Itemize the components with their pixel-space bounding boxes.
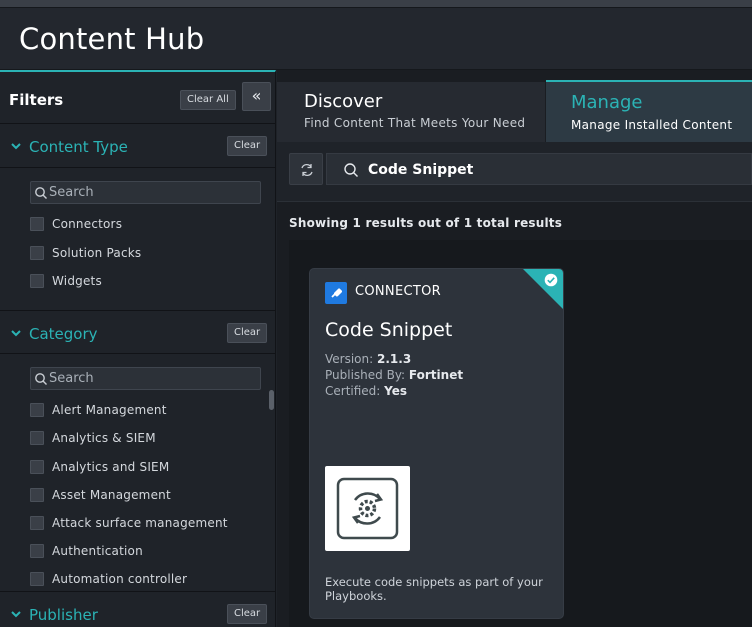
card-title: Code Snippet <box>325 319 453 341</box>
tab-manage-subtitle: Manage Installed Content <box>571 118 733 132</box>
chevron-down-icon <box>11 143 21 150</box>
checkbox[interactable] <box>30 403 44 417</box>
tab-discover-title: Discover <box>304 91 383 112</box>
checkbox[interactable] <box>30 572 44 586</box>
filter-label: Analytics & SIEM <box>52 431 156 445</box>
version-label: Version: <box>325 352 374 366</box>
checkbox[interactable] <box>30 488 44 502</box>
checkbox[interactable] <box>30 274 44 288</box>
content-card[interactable]: CONNECTOR Code Snippet Version: 2.1.3 Pu… <box>309 268 564 619</box>
clear-all-button[interactable]: Clear All <box>180 90 236 110</box>
refresh-button[interactable] <box>289 153 323 185</box>
content-type-clear-button[interactable]: Clear <box>227 136 268 156</box>
filter-alert-management[interactable]: Alert Management <box>30 401 167 419</box>
tab-discover[interactable]: Discover Find Content That Meets Your Ne… <box>277 82 545 142</box>
chevron-down-icon <box>11 611 21 618</box>
search-icon <box>35 187 47 199</box>
filter-attack-surface-management[interactable]: Attack surface management <box>30 514 228 532</box>
filter-connectors[interactable]: Connectors <box>30 215 122 233</box>
search-icon <box>35 373 47 385</box>
filter-label: Solution Packs <box>52 246 142 260</box>
filters-header: Filters Clear All « <box>0 72 275 124</box>
content-search[interactable] <box>326 153 752 185</box>
top-strip <box>0 0 752 8</box>
search-icon <box>344 163 358 177</box>
filter-asset-management[interactable]: Asset Management <box>30 486 171 504</box>
filter-label: Alert Management <box>52 403 167 417</box>
publisher-title: Publisher <box>29 606 98 624</box>
tab-manage-title: Manage <box>571 92 643 113</box>
tab-discover-subtitle: Find Content That Meets Your Need <box>304 116 526 130</box>
filter-analytics-and-siem[interactable]: Analytics and SIEM <box>30 458 169 476</box>
chevron-down-icon <box>11 330 21 337</box>
double-chevron-left-icon: « <box>251 86 262 105</box>
card-publisher: Published By: Fortinet <box>325 368 463 382</box>
checkbox[interactable] <box>30 544 44 558</box>
code-snippet-logo <box>325 466 410 551</box>
content-type-search[interactable] <box>30 181 261 204</box>
filter-label: Authentication <box>52 544 143 558</box>
filter-analytics-siem[interactable]: Analytics & SIEM <box>30 429 156 447</box>
filters-sidebar: Filters Clear All « Content Type Clear C… <box>0 70 276 627</box>
checkbox[interactable] <box>30 431 44 445</box>
check-circle-icon <box>544 273 558 287</box>
filter-label: Connectors <box>52 217 123 231</box>
results-count: Showing 1 results out of 1 total results <box>289 216 563 230</box>
checkbox[interactable] <box>30 516 44 530</box>
sidebar-scrollbar[interactable] <box>269 390 274 410</box>
filter-label: Analytics and SIEM <box>52 460 170 474</box>
page-title: Content Hub <box>19 22 205 56</box>
publisher-label: Published By: <box>325 368 406 382</box>
category-title: Category <box>29 325 98 343</box>
certified-label: Certified: <box>325 384 381 398</box>
filter-label: Widgets <box>52 274 102 288</box>
content-search-input[interactable] <box>368 160 738 180</box>
filter-solution-packs[interactable]: Solution Packs <box>30 244 141 262</box>
filter-label: Attack surface management <box>52 516 228 530</box>
filters-title: Filters <box>9 91 64 109</box>
main-panel: Discover Find Content That Meets Your Ne… <box>277 70 752 627</box>
card-certified: Certified: Yes <box>325 384 407 398</box>
card-description: Execute code snippets as part of your Pl… <box>325 575 543 603</box>
content-type-title: Content Type <box>29 138 128 156</box>
card-version: Version: 2.1.3 <box>325 352 411 366</box>
collapse-sidebar-button[interactable]: « <box>242 82 271 111</box>
publisher-clear-button[interactable]: Clear <box>227 604 268 624</box>
checkbox[interactable] <box>30 246 44 260</box>
tab-manage[interactable]: Manage Manage Installed Content <box>546 80 752 142</box>
content-type-search-input[interactable] <box>49 184 254 201</box>
category-search[interactable] <box>30 367 261 390</box>
version-value: 2.1.3 <box>377 352 412 366</box>
filter-automation-controller[interactable]: Automation controller <box>30 570 187 588</box>
publisher-value: Fortinet <box>408 368 464 382</box>
certified-value: Yes <box>384 384 408 398</box>
code-snippet-logo-icon <box>336 477 399 540</box>
checkbox[interactable] <box>30 217 44 231</box>
filter-label: Asset Management <box>52 488 171 502</box>
publisher-section-header[interactable]: Publisher Clear <box>0 591 275 627</box>
filter-widgets[interactable]: Widgets <box>30 272 102 290</box>
category-clear-button[interactable]: Clear <box>227 323 268 343</box>
refresh-icon <box>301 163 313 177</box>
filter-authentication[interactable]: Authentication <box>30 542 143 560</box>
content-type-section-header[interactable]: Content Type Clear <box>0 124 275 168</box>
connector-icon <box>325 282 347 304</box>
category-search-input[interactable] <box>49 370 254 387</box>
results-grid: CONNECTOR Code Snippet Version: 2.1.3 Pu… <box>289 240 752 627</box>
filter-label: Automation controller <box>52 572 188 586</box>
checkbox[interactable] <box>30 460 44 474</box>
search-toolbar <box>277 142 752 202</box>
page-header: Content Hub <box>0 8 752 70</box>
card-type-label: CONNECTOR <box>355 284 441 299</box>
category-section-header[interactable]: Category Clear <box>0 310 275 354</box>
